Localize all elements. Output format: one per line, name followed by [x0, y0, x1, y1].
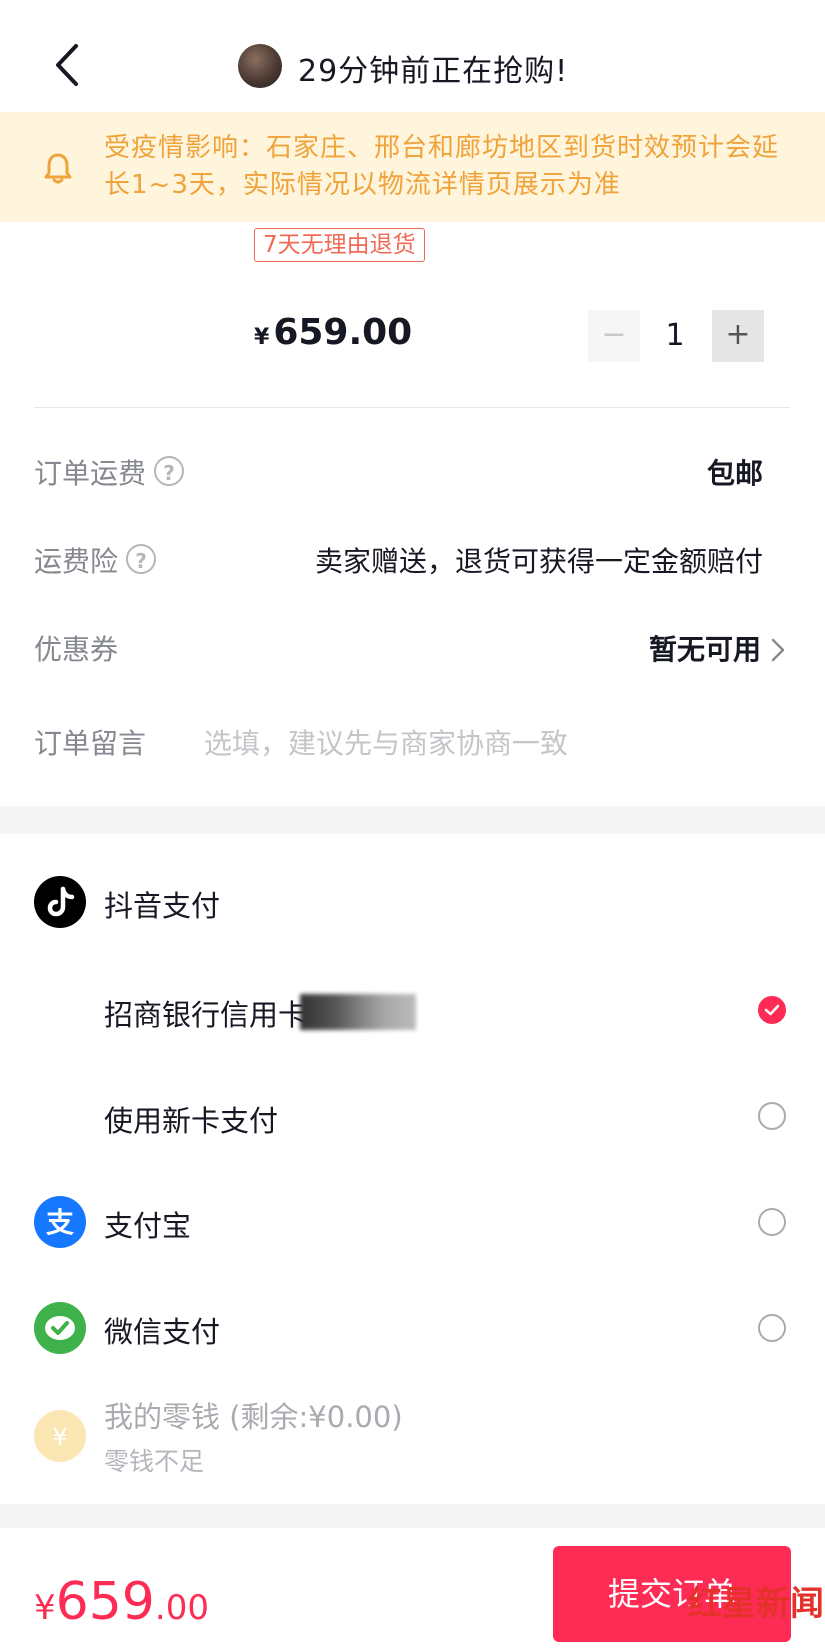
- shipping-fee-value: 包邮: [706, 457, 763, 490]
- bank-card-option[interactable]: 招商银行信用卡: [104, 992, 307, 1034]
- product-price: ¥659.00: [254, 312, 412, 353]
- back-icon[interactable]: [50, 40, 90, 90]
- total-currency: ¥: [34, 1588, 56, 1628]
- wechat-pay-option[interactable]: 微信支付: [104, 1309, 220, 1351]
- quantity-decrease-button[interactable]: −: [588, 310, 640, 362]
- wechat-pay-icon: [34, 1302, 86, 1354]
- coupon-value[interactable]: 暂无可用: [649, 628, 761, 668]
- section-separator: [0, 1504, 825, 1528]
- total-decimal: .00: [154, 1588, 209, 1628]
- help-icon[interactable]: ?: [126, 544, 157, 574]
- page-title: 29分钟前正在抢购!: [298, 54, 569, 89]
- wechat-pay-radio[interactable]: [758, 1314, 786, 1342]
- price-currency: ¥: [254, 325, 270, 350]
- shipping-fee-label-text: 订单运费: [34, 457, 147, 490]
- svg-text:支: 支: [46, 1206, 74, 1239]
- watermark-logo: 红星新闻: [688, 1584, 824, 1624]
- order-message-input[interactable]: 选填，建议先与商家协商一致: [204, 722, 568, 762]
- douyin-icon: [34, 876, 86, 928]
- douyin-pay-label: 抖音支付: [104, 889, 221, 923]
- bank-card-radio-checked[interactable]: [758, 996, 786, 1024]
- shipping-insurance-label: 运费险?: [34, 540, 157, 580]
- wallet-option: 我的零钱 (剩余:¥0.00): [104, 1400, 403, 1434]
- alipay-option[interactable]: 支付宝: [104, 1203, 191, 1245]
- new-card-option[interactable]: 使用新卡支付: [104, 1098, 278, 1140]
- svg-text:¥: ¥: [52, 1423, 67, 1451]
- order-message-label: 订单留言: [34, 727, 147, 760]
- quantity-increase-button[interactable]: +: [712, 310, 764, 362]
- bell-icon: [40, 150, 76, 186]
- notice-text: 受疫情影响：石家庄、邢台和廊坊地区到货时效预计会延长1~3天，实际情况以物流详情…: [104, 133, 780, 200]
- wallet-yen-icon: ¥: [34, 1410, 86, 1462]
- total-integer: 659: [55, 1572, 155, 1632]
- return-policy-badge: 7天无理由退货: [254, 228, 425, 262]
- help-icon[interactable]: ?: [154, 456, 185, 486]
- shipping-insurance-value: 卖家赠送，退货可获得一定金额赔付: [314, 545, 763, 578]
- divider: [34, 407, 790, 408]
- order-total: ¥659.00: [34, 1572, 209, 1632]
- avatar: [238, 44, 282, 88]
- new-card-radio[interactable]: [758, 1102, 786, 1130]
- shipping-fee-label: 订单运费?: [34, 452, 185, 492]
- section-separator: [0, 806, 825, 834]
- shipping-insurance-label-text: 运费险: [34, 545, 119, 578]
- alipay-radio[interactable]: [758, 1208, 786, 1236]
- wallet-insufficient-text: 零钱不足: [104, 1447, 205, 1476]
- quantity-value: 1: [665, 318, 685, 353]
- price-value: 659.00: [273, 312, 413, 353]
- card-number-redacted: [300, 994, 416, 1030]
- alipay-icon: 支: [34, 1196, 86, 1248]
- chevron-right-icon[interactable]: [770, 636, 786, 671]
- coupon-label: 优惠券: [34, 633, 119, 666]
